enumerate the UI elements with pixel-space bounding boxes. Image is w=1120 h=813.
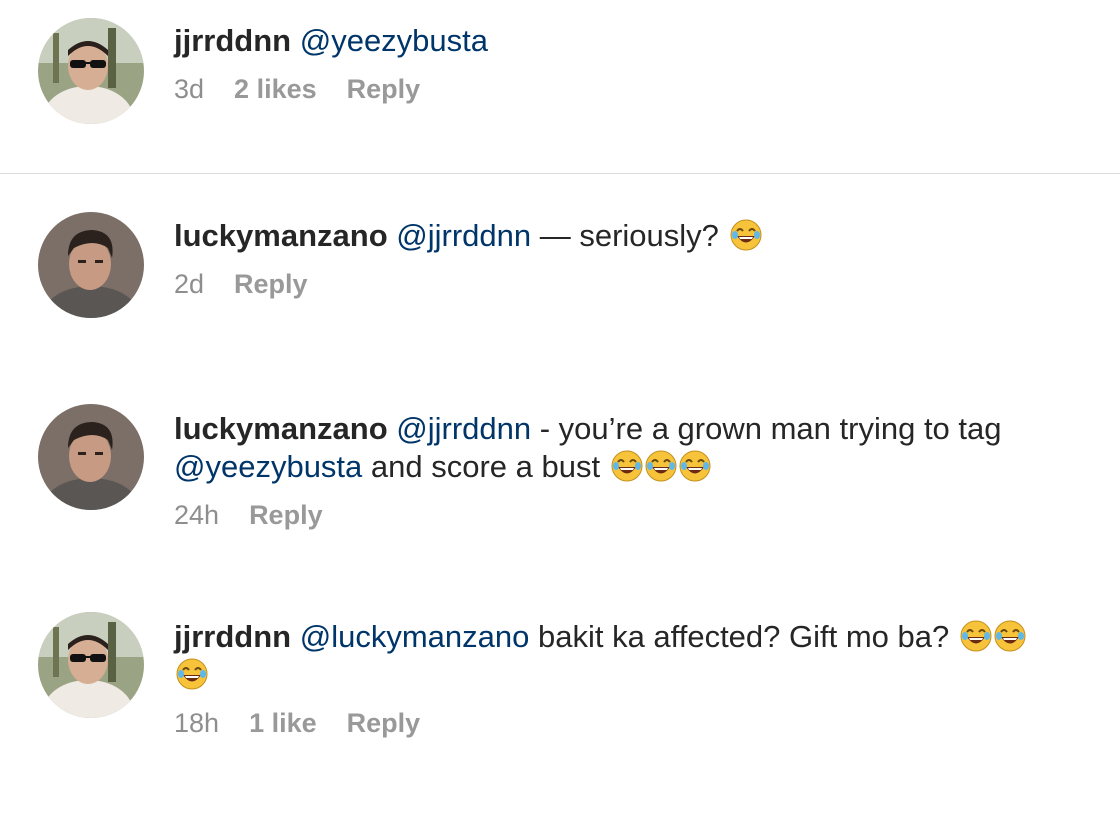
comment-meta: 2d Reply xyxy=(174,269,1090,300)
laughing-emoji-icon xyxy=(960,620,992,652)
comment-time: 3d xyxy=(174,74,205,104)
comment-meta: 18h 1 like Reply xyxy=(174,708,1090,739)
mention-link[interactable]: @luckymanzano xyxy=(300,619,530,654)
laughing-emoji-icon xyxy=(645,450,677,482)
laughing-emoji-icon xyxy=(611,450,643,482)
laughing-emoji-icon xyxy=(176,658,208,690)
comment-username[interactable]: luckymanzano xyxy=(174,411,388,446)
comment-username[interactable]: luckymanzano xyxy=(174,218,388,253)
likes-count[interactable]: 2 likes xyxy=(234,74,317,105)
reply-button[interactable]: Reply xyxy=(347,708,421,739)
mention-link[interactable]: @jjrrddnn xyxy=(396,411,531,446)
comment-time: 18h xyxy=(174,708,220,738)
avatar-luckymanzano[interactable] xyxy=(38,212,144,318)
comment-body: - you’re a grown man trying to tag xyxy=(531,411,1002,446)
comment-text: jjrrddnn @luckymanzano bakit ka affected… xyxy=(174,618,1090,694)
comment-time: 2d xyxy=(174,269,205,299)
laughing-emoji-icon xyxy=(730,219,762,251)
comment-text: luckymanzano @jjrrddnn — seriously? xyxy=(174,217,1090,255)
comment-username[interactable]: jjrrddnn xyxy=(174,619,291,654)
comment-body: and score a bust xyxy=(362,449,609,484)
mention-link[interactable]: @yeezybusta xyxy=(174,449,362,484)
avatar-jjrrddnn[interactable] xyxy=(38,612,144,718)
laughing-emoji-icon xyxy=(994,620,1026,652)
mention-link[interactable]: @jjrrddnn xyxy=(396,218,531,253)
laughing-emoji-icon xyxy=(679,450,711,482)
avatar-luckymanzano[interactable] xyxy=(38,404,144,510)
comment-meta: 24h Reply xyxy=(174,500,1090,531)
reply-button[interactable]: Reply xyxy=(347,74,421,105)
mention-link[interactable]: @yeezybusta xyxy=(300,23,488,58)
avatar-jjrrddnn[interactable] xyxy=(38,18,144,124)
comment-username[interactable]: jjrrddnn xyxy=(174,23,291,58)
reply-button[interactable]: Reply xyxy=(249,500,323,531)
comment-text: jjrrddnn @yeezybusta xyxy=(174,22,1090,60)
comment-text: luckymanzano @jjrrddnn - you’re a grown … xyxy=(174,410,1090,486)
likes-count[interactable]: 1 like xyxy=(249,708,317,739)
comment-body: — seriously? xyxy=(531,218,728,253)
comment-time: 24h xyxy=(174,500,220,530)
reply-button[interactable]: Reply xyxy=(234,269,308,300)
comment-meta: 3d 2 likes Reply xyxy=(174,74,1090,105)
divider xyxy=(0,173,1120,174)
comment-body: bakit ka affected? Gift mo ba? xyxy=(529,619,958,654)
